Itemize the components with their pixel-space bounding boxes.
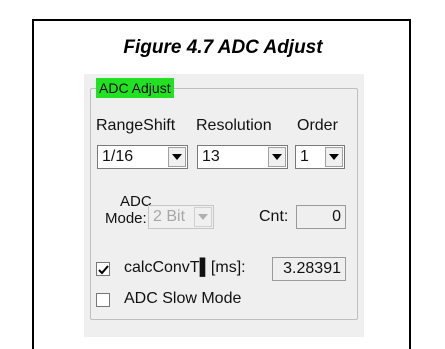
chevron-down-icon [329, 154, 339, 160]
range-shift-dropdown-button[interactable] [168, 147, 186, 167]
figure-caption: Figure 4.7 ADC Adjust [123, 37, 323, 58]
adc-mode-label-line2: Mode: [105, 210, 147, 227]
range-shift-select[interactable]: 1/16 [97, 145, 188, 169]
resolution-label: Resolution [196, 117, 272, 134]
range-shift-value: 1/16 [102, 148, 134, 165]
adc-mode-label-line1: ADC [120, 193, 152, 210]
order-select[interactable]: 1 [295, 145, 345, 169]
checkmark-icon [98, 265, 109, 275]
slow-mode-label: ADC Slow Mode [124, 290, 242, 307]
resolution-dropdown-button[interactable] [268, 147, 286, 167]
adc-mode-dropdown-button[interactable] [194, 207, 212, 227]
order-dropdown-button[interactable] [325, 147, 343, 167]
range-shift-label: RangeShift [96, 117, 176, 134]
chevron-down-icon [198, 214, 208, 220]
order-value: 1 [300, 148, 309, 165]
cnt-field: 0 [296, 205, 346, 229]
calc-conv-field: 3.28391 [272, 257, 346, 281]
slow-mode-checkbox[interactable] [96, 293, 110, 307]
order-label: Order [297, 117, 338, 134]
adc-mode-select[interactable]: 2 Bit [148, 205, 214, 229]
chevron-down-icon [172, 154, 182, 160]
groupbox-title: ADC Adjust [96, 78, 174, 98]
adc-mode-value: 2 Bit [153, 208, 186, 225]
calc-conv-checkbox[interactable] [96, 262, 110, 276]
cnt-label: Cnt: [259, 208, 289, 225]
calc-conv-label: calcConvT▌[ms]: [124, 259, 246, 276]
resolution-select[interactable]: 13 [197, 145, 288, 169]
resolution-value: 13 [202, 148, 220, 165]
chevron-down-icon [272, 154, 282, 160]
